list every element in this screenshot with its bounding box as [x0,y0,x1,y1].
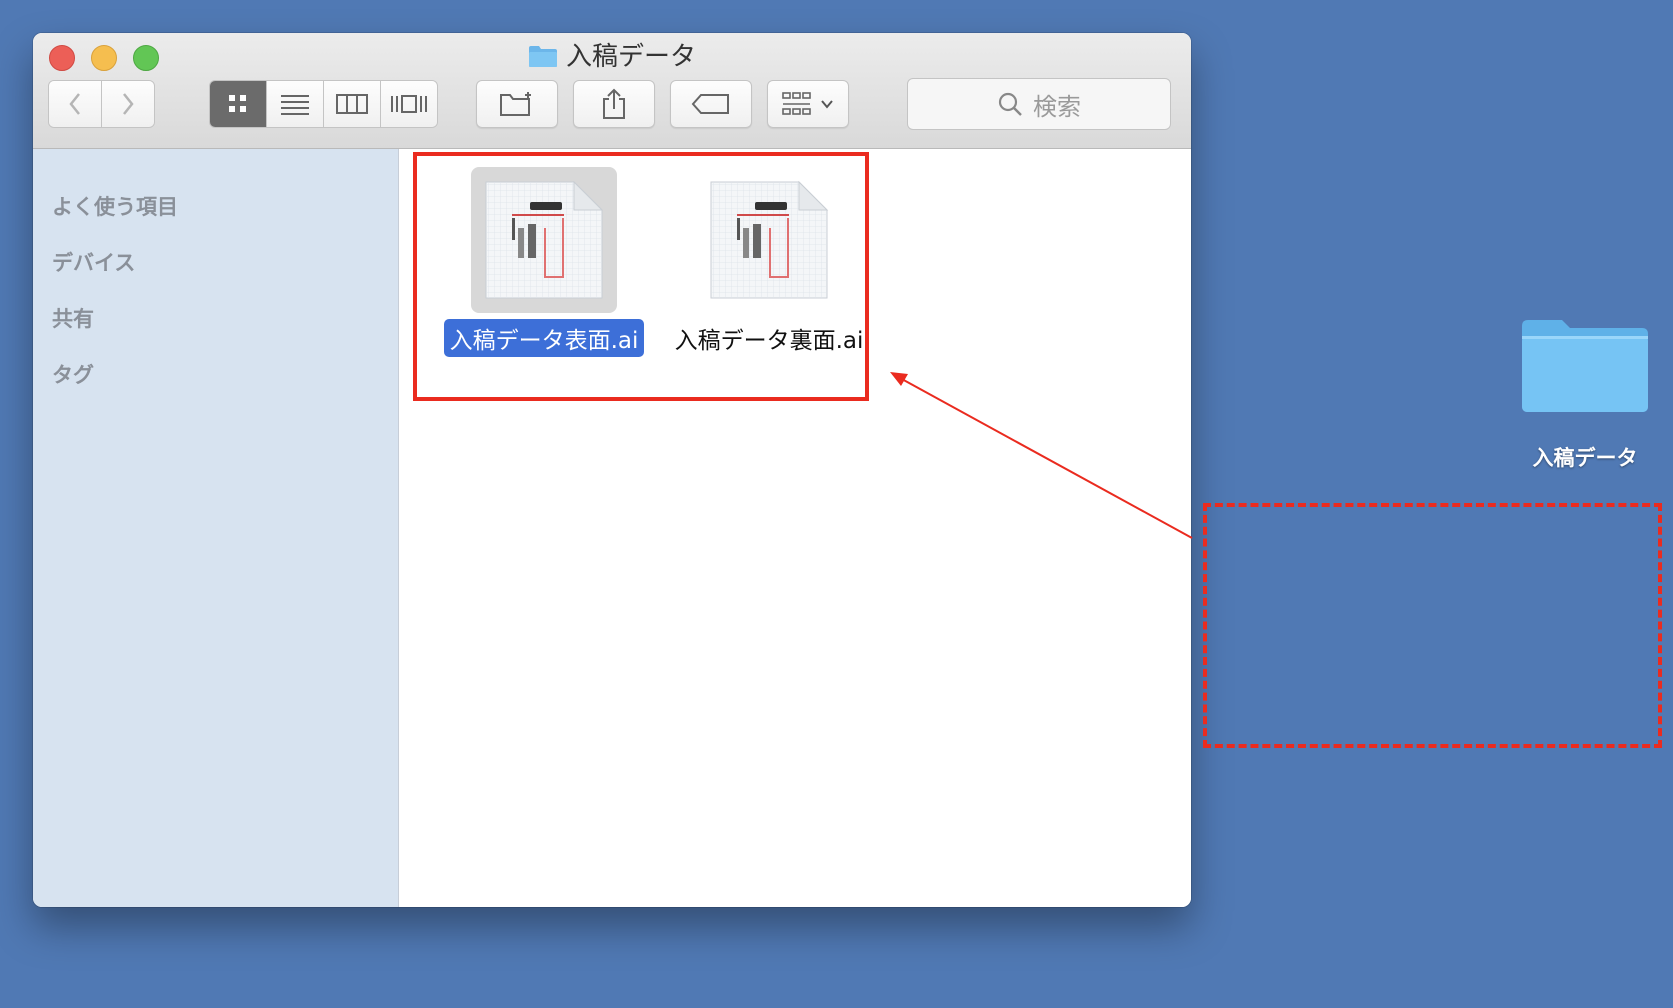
grid-icon [229,95,246,112]
new-folder-button[interactable] [476,80,558,128]
toolbar: 入稿データ 検索 [33,33,1191,149]
search-placeholder: 検索 [1033,92,1081,121]
nav-buttons [48,80,155,128]
arrange-button[interactable] [767,80,849,128]
sidebar-section-tags[interactable]: タグ [52,359,94,389]
window-title-text: 入稿データ [565,42,696,72]
dashed-drop-area [1203,503,1662,748]
search-field[interactable]: 検索 [907,78,1171,130]
chevron-down-icon [821,100,833,109]
icon-view-button[interactable] [210,81,267,127]
column-view-button[interactable] [324,81,381,127]
tag-button[interactable] [670,80,752,128]
share-icon [603,88,625,119]
share-button[interactable] [573,80,655,128]
desktop-folder-label: 入稿データ [1532,446,1638,470]
arrange-icon [782,92,811,115]
new-folder-icon [500,92,531,116]
folder-icon [1522,320,1648,412]
back-button[interactable] [49,81,102,127]
window-title: 入稿データ [33,41,1191,73]
columns-icon [336,94,368,114]
desktop-folder[interactable]: 入稿データ [1512,316,1658,472]
chevron-left-icon [69,93,80,115]
chevron-right-icon [123,93,134,115]
folder-icon [528,46,557,67]
view-mode-selector [209,80,438,128]
sidebar-section-favorites[interactable]: よく使う項目 [52,191,178,221]
search-icon [998,92,1022,116]
sidebar-section-devices[interactable]: デバイス [52,247,135,277]
cover-flow-view-button[interactable] [381,81,437,127]
tag-icon [691,94,729,114]
forward-button[interactable] [102,81,154,127]
sidebar-section-shared[interactable]: 共有 [52,303,94,333]
list-view-button[interactable] [267,81,324,127]
highlight-box [413,152,869,401]
cover-flow-icon [391,95,427,113]
sidebar: よく使う項目 デバイス 共有 タグ [33,149,399,907]
list-icon [281,95,309,115]
